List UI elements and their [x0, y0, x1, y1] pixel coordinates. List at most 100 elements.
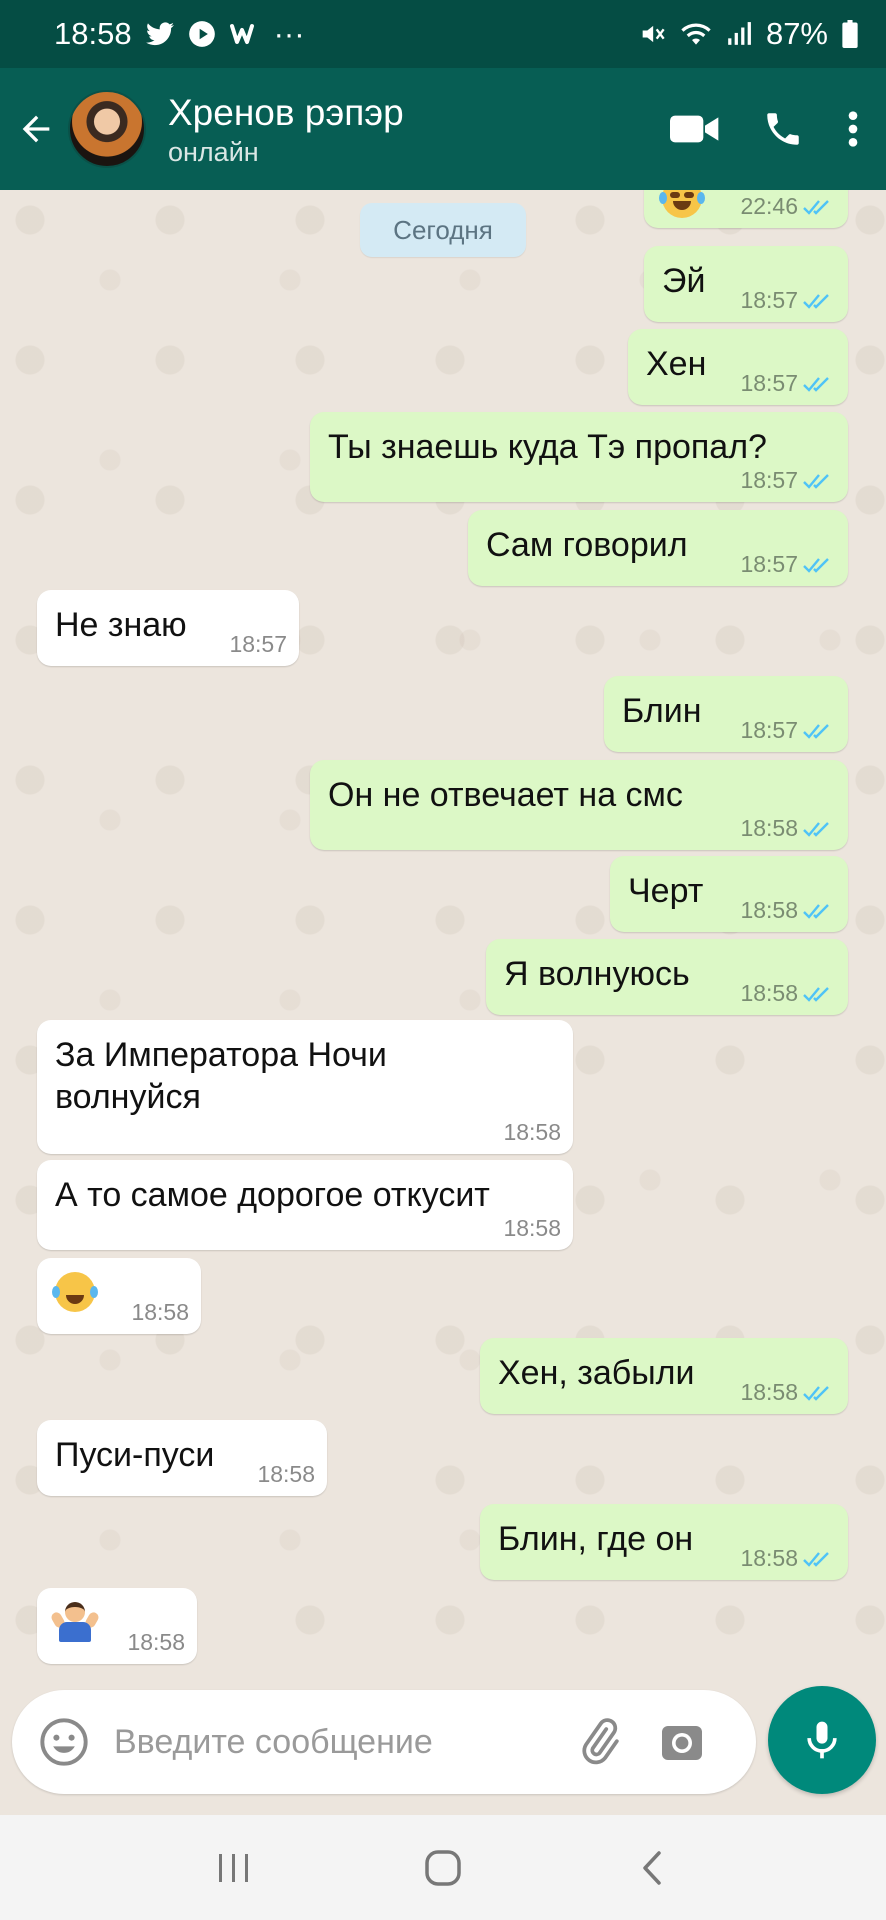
message-text: Блин, где он: [498, 1520, 694, 1558]
message-time: 18:58: [257, 1461, 315, 1487]
message-meta: 18:58: [131, 1299, 189, 1326]
message-outgoing[interactable]: Эй 18:57: [644, 246, 848, 322]
youtube-icon: [188, 20, 216, 48]
read-ticks-icon: [803, 473, 829, 489]
home-button[interactable]: [403, 1828, 483, 1908]
message-text: Черт: [628, 872, 704, 910]
message-time: 18:57: [740, 467, 798, 493]
chat-messages[interactable]: Сегодня 22:46 Эй 18:57 Хен 18:57 Ты знае…: [0, 190, 886, 1690]
message-text: За Императора Ночи волнуйся: [55, 1036, 387, 1116]
message-incoming[interactable]: 18:58: [37, 1588, 197, 1664]
recents-button[interactable]: [194, 1828, 274, 1908]
message-text: Сам говорил: [486, 526, 688, 564]
message-text: Ты знаешь куда Тэ пропал?: [328, 428, 767, 466]
chat-header: Хренов рэпэр онлайн: [0, 68, 886, 190]
nav-back-button[interactable]: [612, 1828, 692, 1908]
message-input[interactable]: [114, 1722, 554, 1762]
message-time: 18:58: [740, 815, 798, 841]
message-time: 18:58: [740, 897, 798, 923]
message-meta: 18:57: [740, 287, 836, 314]
read-ticks-icon: [803, 903, 829, 919]
camera-button[interactable]: [658, 1718, 706, 1766]
message-outgoing[interactable]: Хен, забыли 18:58: [480, 1338, 848, 1414]
back-icon: [642, 1850, 661, 1885]
back-button[interactable]: [4, 97, 68, 161]
recents-icon: [219, 1853, 249, 1882]
message-time: 18:58: [503, 1119, 561, 1145]
message-outgoing[interactable]: Блин 18:57: [604, 676, 848, 752]
message-incoming[interactable]: А то самое дорогое откусит 18:58: [37, 1160, 573, 1250]
message-time: 18:57: [740, 287, 798, 313]
contact-info[interactable]: Хренов рэпэр онлайн: [168, 91, 670, 168]
camera-icon: [662, 1726, 702, 1760]
message-text: А то самое дорогое откусит: [55, 1176, 490, 1214]
status-left: 18:58 ···: [54, 16, 305, 52]
attach-icon: [582, 1718, 619, 1765]
message-incoming[interactable]: Пуси-пуси 18:58: [37, 1420, 327, 1496]
status-bar: 18:58 ··· 87%: [0, 0, 886, 68]
read-ticks-icon: [803, 723, 829, 739]
message-time: 18:58: [131, 1299, 189, 1325]
message-meta: 22:46: [740, 193, 836, 220]
message-outgoing[interactable]: Я волнуюсь 18:58: [486, 939, 848, 1015]
message-text: Блин: [622, 692, 702, 730]
mic-icon: [807, 1721, 837, 1759]
message-outgoing[interactable]: Хен 18:57: [628, 329, 848, 405]
phone-icon: [767, 113, 799, 145]
read-ticks-icon: [803, 1385, 829, 1401]
voice-call-button[interactable]: [762, 108, 804, 150]
message-outgoing[interactable]: Он не отвечает на смс 18:58: [310, 760, 848, 850]
message-meta: 18:57: [229, 631, 287, 658]
wattpad-icon: [229, 22, 260, 46]
tears-of-joy-emoji: [52, 1272, 98, 1312]
status-right: 87%: [638, 16, 858, 52]
video-call-button[interactable]: [670, 112, 720, 146]
home-icon: [425, 1849, 461, 1886]
message-time: 18:57: [740, 717, 798, 743]
more-options-button[interactable]: [846, 109, 860, 149]
message-meta: 18:58: [740, 980, 836, 1007]
more-vert-icon: [848, 111, 858, 147]
message-meta: 18:58: [740, 897, 836, 924]
message-incoming[interactable]: Не знаю 18:57: [37, 590, 299, 666]
header-actions: [670, 108, 860, 150]
message-time: 18:57: [740, 370, 798, 396]
read-ticks-icon: [803, 986, 829, 1002]
emoji-button[interactable]: [38, 1716, 90, 1768]
read-ticks-icon: [803, 1551, 829, 1567]
read-ticks-icon: [803, 821, 829, 837]
avatar[interactable]: [68, 90, 146, 168]
message-incoming[interactable]: За Императора Ночи волнуйся 18:58: [37, 1020, 573, 1154]
message-meta: 18:57: [740, 467, 836, 494]
message-meta: 18:58: [257, 1461, 315, 1488]
attach-button[interactable]: [574, 1717, 624, 1767]
back-arrow-icon: [22, 115, 50, 143]
message-outgoing[interactable]: Черт 18:58: [610, 856, 848, 932]
message-text: Хен, забыли: [498, 1354, 695, 1392]
message-meta: 18:58: [127, 1629, 185, 1656]
read-ticks-icon: [803, 293, 829, 309]
battery-percent: 87%: [765, 16, 828, 51]
message-outgoing[interactable]: Блин, где он 18:58: [480, 1504, 848, 1580]
date-chip: Сегодня: [360, 203, 526, 257]
message-outgoing[interactable]: Ты знаешь куда Тэ пропал? 18:57: [310, 412, 848, 502]
voice-record-button[interactable]: [768, 1686, 876, 1794]
message-time: 18:57: [229, 631, 287, 657]
message-time: 18:58: [740, 1545, 798, 1571]
crying-face-emoji: [659, 190, 705, 218]
read-ticks-icon: [803, 376, 829, 392]
message-outgoing[interactable]: 22:46: [644, 190, 848, 228]
message-outgoing[interactable]: Сам говорил 18:57: [468, 510, 848, 586]
message-meta: 18:58: [503, 1119, 561, 1146]
message-composer: [12, 1690, 756, 1794]
message-time: 18:58: [740, 1379, 798, 1405]
message-meta: 18:58: [740, 815, 836, 842]
message-meta: 18:58: [503, 1215, 561, 1242]
message-incoming[interactable]: 18:58: [37, 1258, 201, 1334]
status-more: ···: [273, 16, 305, 51]
message-meta: 18:57: [740, 551, 836, 578]
read-ticks-icon: [803, 199, 829, 215]
system-nav-bar: [0, 1815, 886, 1920]
wifi-icon: [680, 20, 712, 48]
emoji-icon: [40, 1718, 88, 1766]
